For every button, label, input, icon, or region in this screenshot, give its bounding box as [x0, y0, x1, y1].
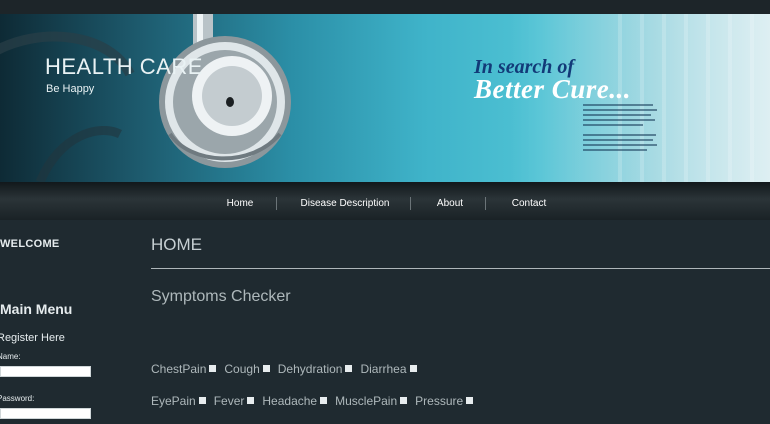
symptom-checkbox[interactable] [209, 365, 217, 372]
symptom-label: Fever [213, 394, 245, 408]
symptom-label: EyePain [151, 394, 196, 408]
symptom-label: Dehydration [277, 362, 343, 376]
username-input[interactable] [0, 366, 91, 377]
symptom-option[interactable]: Dehydration [278, 362, 353, 376]
main-navigation: Home Disease Description About Contact [0, 182, 770, 220]
page-title: HOME [151, 235, 202, 254]
symptom-checkbox[interactable] [320, 397, 328, 404]
main-menu-heading: Main Menu [0, 301, 73, 317]
symptom-label: Pressure [415, 394, 464, 408]
symptom-label: Diarrhea [360, 362, 407, 376]
symptom-label: Cough [224, 362, 260, 376]
site-tagline: Be Happy [46, 83, 95, 95]
symptom-option[interactable]: Pressure [415, 394, 474, 408]
symptom-option[interactable]: ChestPain [151, 362, 217, 376]
banner-headline-main: Better Cure... [474, 74, 632, 104]
symptom-option[interactable]: Fever [214, 394, 255, 408]
nav-contact[interactable]: Contact [506, 182, 552, 220]
symptom-option[interactable]: Headache [262, 394, 328, 408]
nav-separator [485, 197, 486, 210]
sidebar: WELCOME Main Menu Register Here Name: Pa… [0, 220, 140, 424]
symptom-checkbox[interactable] [409, 365, 417, 372]
symptom-option[interactable]: Diarrhea [360, 362, 417, 376]
symptom-checkbox[interactable] [247, 397, 255, 404]
symptom-row-1: ChestPain Cough Dehydration Diarrhea [151, 360, 425, 378]
password-label: Password: [0, 394, 35, 403]
banner-fine-print [583, 104, 658, 154]
welcome-heading: WELCOME [0, 238, 60, 250]
symptom-option[interactable]: MusclePain [335, 394, 408, 408]
symptom-label: Headache [262, 394, 318, 408]
nav-home[interactable]: Home [222, 182, 258, 220]
header-banner: HEALTH CARE Be Happy In search of Better… [0, 14, 770, 182]
username-label: Name: [0, 352, 21, 361]
password-input[interactable] [0, 408, 91, 419]
nav-about[interactable]: About [430, 182, 470, 220]
symptom-option[interactable]: EyePain [151, 394, 206, 408]
nav-separator [410, 197, 411, 210]
symptom-checkbox[interactable] [466, 397, 474, 404]
top-strip [0, 0, 770, 14]
stethoscope-image [0, 14, 291, 182]
symptom-checkbox[interactable] [400, 397, 408, 404]
symptom-checkbox[interactable] [345, 365, 353, 372]
symptom-row-2: EyePain Fever Headache MusclePain Pressure [151, 392, 481, 410]
symptom-checkbox[interactable] [198, 397, 206, 404]
site-title: HEALTH CARE [45, 54, 203, 79]
nav-disease-description[interactable]: Disease Description [296, 182, 394, 220]
heading-divider [151, 268, 770, 269]
symptom-label: ChestPain [151, 362, 207, 376]
symptom-option[interactable]: Cough [224, 362, 270, 376]
nav-separator [276, 197, 277, 210]
symptom-checkbox[interactable] [262, 365, 270, 372]
symptoms-checker-title: Symptoms Checker [151, 288, 291, 305]
register-link[interactable]: Register Here [0, 332, 65, 344]
symptom-label: MusclePain [335, 394, 398, 408]
main-content: HOME Symptoms Checker ChestPain Cough Dehy… [151, 220, 770, 424]
